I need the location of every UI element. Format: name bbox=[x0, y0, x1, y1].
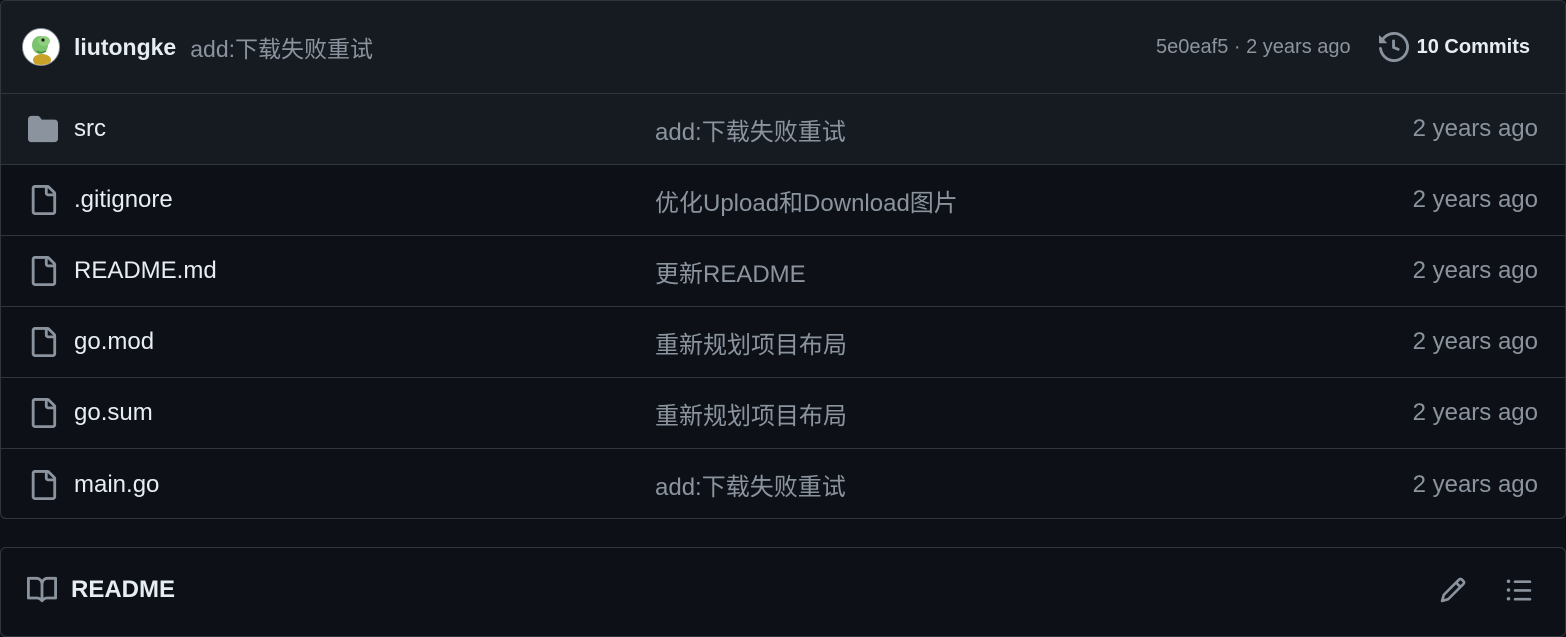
book-icon bbox=[27, 576, 57, 603]
file-name[interactable]: go.mod bbox=[74, 328, 154, 356]
file-row[interactable]: go.sum 重新规划项目布局 2 years ago bbox=[1, 378, 1565, 449]
meta-separator: · bbox=[1233, 35, 1241, 58]
file-commit-message[interactable]: add:下载失败重试 bbox=[655, 112, 846, 147]
file-name[interactable]: go.sum bbox=[74, 399, 153, 427]
file-commit-age: 2 years ago bbox=[1412, 328, 1538, 355]
file-commit-message[interactable]: 重新规划项目布局 bbox=[655, 396, 847, 431]
commit-sha[interactable]: 5e0eaf5 bbox=[1156, 36, 1228, 58]
file-name[interactable]: .gitignore bbox=[74, 186, 173, 214]
commit-message[interactable]: add:下载失败重试 bbox=[190, 30, 373, 64]
avatar-image bbox=[23, 29, 59, 65]
file-row[interactable]: src add:下载失败重试 2 years ago bbox=[1, 94, 1565, 165]
author-avatar[interactable] bbox=[22, 28, 60, 66]
file-commit-message[interactable]: 更新README bbox=[655, 254, 806, 289]
commit-meta: 5e0eaf5 · 2 years ago bbox=[1156, 36, 1351, 59]
file-icon bbox=[28, 398, 58, 428]
file-row[interactable]: README.md 更新README 2 years ago bbox=[1, 236, 1565, 307]
outline-button[interactable] bbox=[1499, 570, 1539, 610]
file-browser: liutongke add:下载失败重试 5e0eaf5 · 2 years a… bbox=[0, 0, 1566, 519]
file-commit-age: 2 years ago bbox=[1412, 257, 1538, 284]
readme-panel: README bbox=[0, 547, 1566, 637]
file-commit-message[interactable]: 优化Upload和Download图片 bbox=[655, 183, 958, 218]
file-commit-age: 2 years ago bbox=[1412, 115, 1538, 142]
folder-icon bbox=[28, 114, 58, 144]
file-commit-message[interactable]: 重新规划项目布局 bbox=[655, 325, 847, 360]
latest-commit-bar: liutongke add:下载失败重试 5e0eaf5 · 2 years a… bbox=[1, 1, 1565, 94]
commit-age: 2 years ago bbox=[1246, 35, 1351, 58]
file-name[interactable]: src bbox=[74, 115, 106, 143]
readme-title[interactable]: README bbox=[71, 576, 175, 604]
file-commit-age: 2 years ago bbox=[1412, 186, 1538, 213]
file-icon bbox=[28, 185, 58, 215]
file-row[interactable]: go.mod 重新规划项目布局 2 years ago bbox=[1, 307, 1565, 378]
commit-author[interactable]: liutongke bbox=[74, 34, 176, 61]
list-icon bbox=[1506, 579, 1532, 601]
pencil-icon bbox=[1440, 577, 1466, 603]
file-row[interactable]: main.go add:下载失败重试 2 years ago bbox=[1, 449, 1565, 518]
file-icon bbox=[28, 327, 58, 357]
file-commit-age: 2 years ago bbox=[1412, 470, 1538, 498]
edit-readme-button[interactable] bbox=[1433, 570, 1473, 610]
file-row[interactable]: .gitignore 优化Upload和Download图片 2 years a… bbox=[1, 165, 1565, 236]
file-list: src add:下载失败重试 2 years ago .gitignore 优化… bbox=[1, 94, 1565, 518]
file-name[interactable]: README.md bbox=[74, 257, 217, 285]
history-icon bbox=[1378, 32, 1409, 62]
file-icon bbox=[28, 256, 58, 286]
file-icon bbox=[28, 469, 58, 500]
file-commit-message[interactable]: add:下载失败重试 bbox=[655, 467, 846, 502]
readme-header: README bbox=[1, 548, 1565, 632]
file-commit-age: 2 years ago bbox=[1412, 399, 1538, 426]
file-name[interactable]: main.go bbox=[74, 471, 159, 499]
readme-actions bbox=[1433, 570, 1539, 610]
commits-count-label: 10 Commits bbox=[1416, 35, 1530, 58]
commits-history-link[interactable]: 10 Commits bbox=[1378, 32, 1530, 62]
